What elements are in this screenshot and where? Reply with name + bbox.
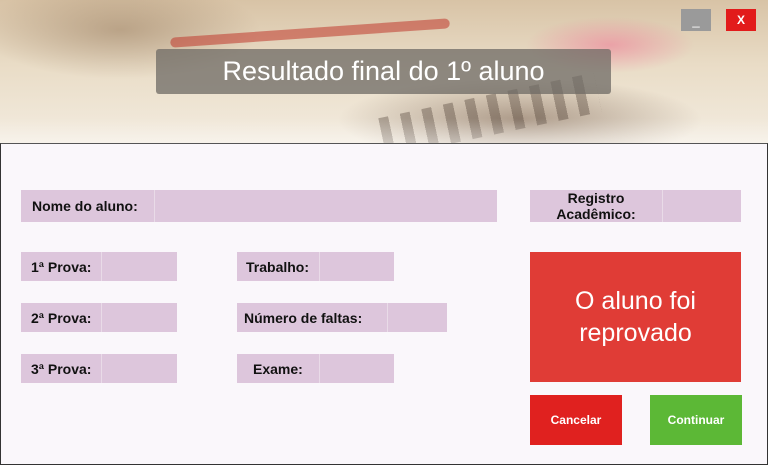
prova2-field: 2ª Prova: — [21, 303, 177, 332]
background-paper — [0, 118, 768, 143]
nome-aluno-label: Nome do aluno: — [32, 198, 138, 214]
minimize-button[interactable]: _ — [681, 9, 711, 31]
field-separator — [101, 252, 102, 281]
nome-aluno-field: Nome do aluno: — [21, 190, 497, 222]
field-separator — [101, 354, 102, 383]
field-separator — [154, 190, 155, 222]
prova3-field: 3ª Prova: — [21, 354, 177, 383]
field-separator — [662, 190, 663, 222]
result-status-text: O aluno foi reprovado — [575, 287, 696, 347]
header-banner: Resultado final do 1º aluno _ X — [0, 0, 768, 143]
prova1-field: 1ª Prova: — [21, 252, 177, 281]
field-separator — [319, 354, 320, 383]
faltas-field: Número de faltas: — [237, 303, 447, 332]
faltas-label: Número de faltas: — [244, 309, 363, 326]
prova2-label: 2ª Prova: — [31, 309, 92, 326]
result-status-box: O aluno foi reprovado — [530, 252, 741, 382]
exame-label: Exame: — [253, 360, 303, 377]
prova1-label: 1ª Prova: — [31, 258, 92, 275]
continue-button[interactable]: Continuar — [650, 395, 742, 445]
background-pencil — [169, 18, 451, 48]
field-separator — [319, 252, 320, 281]
field-separator — [101, 303, 102, 332]
window-title: Resultado final do 1º aluno — [156, 49, 611, 94]
cancel-button[interactable]: Cancelar — [530, 395, 622, 445]
field-separator — [387, 303, 388, 332]
trabalho-label: Trabalho: — [246, 258, 310, 275]
prova3-label: 3ª Prova: — [31, 360, 92, 377]
exame-field: Exame: — [237, 354, 394, 383]
registro-academico-field: Registro Acadêmico: — [530, 190, 741, 222]
registro-academico-label: Registro Acadêmico: — [556, 190, 636, 222]
close-button[interactable]: X — [726, 9, 756, 31]
trabalho-field: Trabalho: — [237, 252, 394, 281]
